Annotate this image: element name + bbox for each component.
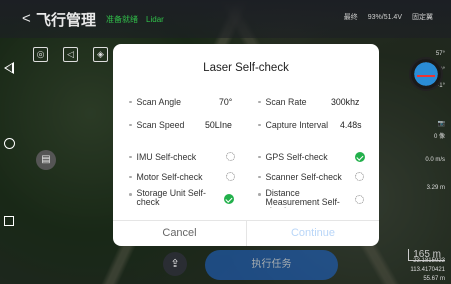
bullet-icon (258, 123, 261, 127)
system-nav (0, 0, 20, 284)
camera-icon[interactable]: 📷 (438, 120, 445, 127)
check-gps: GPS Self-check (258, 152, 328, 162)
laser-selfcheck-dialog: Laser Self-check Scan Angle 70° Scan Rat… (113, 44, 379, 246)
bullet-icon (129, 175, 132, 179)
bullet-icon (129, 193, 132, 196)
bullet-icon (129, 100, 132, 104)
status-ready: 准备就绪 (106, 14, 139, 24)
attitude-indicator (409, 57, 443, 91)
check-label: Motor Self-check (136, 172, 203, 182)
execute-task-button[interactable]: 执行任务 (205, 250, 338, 280)
check-label: Distance Measurement Self-check (265, 189, 340, 208)
check-ok-icon (355, 152, 365, 162)
check-distance: Distance Measurement Self-check (258, 189, 350, 208)
bullet-icon (258, 175, 261, 179)
status-icons: 最终 93%/51.4V 固定翼 (344, 12, 433, 22)
battery-status: 93%/51.4V (367, 13, 402, 21)
param-value: 70° (219, 97, 233, 107)
photo-count: 0 像 (433, 134, 445, 140)
check-motor: Motor Self-check (129, 172, 203, 182)
document-icon[interactable]: ▤ (36, 150, 56, 170)
check-label: GPS Self-check (265, 152, 328, 162)
check-label: IMU Self-check (136, 152, 197, 162)
top-bar: < 飞行管理 准备就绪 Lidar 最终 93%/51.4V 固定翼 (0, 0, 451, 38)
system-home-icon[interactable] (4, 138, 15, 149)
bullet-icon (258, 155, 261, 159)
param-label: Scan Angle (136, 97, 182, 107)
continue-button[interactable]: Continue (247, 221, 379, 246)
bullet-icon (129, 155, 132, 159)
param-label: Capture Interval (265, 120, 329, 130)
altitude: 55.67 m (423, 276, 445, 282)
param-scan-speed: Scan Speed (129, 120, 184, 130)
check-storage: Storage Unit Self-check (129, 189, 217, 208)
param-value: 50LIne (205, 120, 232, 130)
bullet-icon (258, 100, 261, 104)
system-recent-icon[interactable] (4, 216, 14, 226)
navigate-icon[interactable]: ◁ (63, 47, 78, 62)
check-ok-icon (224, 194, 234, 204)
param-value: 4.48s (340, 120, 362, 130)
param-value: 300khz (331, 97, 360, 107)
page-title: 飞行管理 (36, 11, 97, 29)
check-imu: IMU Self-check (129, 152, 196, 162)
param-capture-interval: Capture Interval (258, 120, 328, 130)
speed-value: 0.0 m/s (425, 157, 445, 163)
check-label: Storage Unit Self-check (136, 189, 206, 207)
system-back-icon[interactable] (4, 62, 14, 74)
telemetry-panel: 57° 0° -1° 📷 0 像 0.0 m/s 3.29 m 23.18159… (381, 45, 451, 282)
chevron-left-icon[interactable]: < (22, 10, 31, 27)
dialog-title: Laser Self-check (203, 62, 289, 74)
map-scale: 165 m (408, 249, 445, 261)
pitch-value: 57° (435, 51, 445, 57)
param-label: Scan Rate (265, 97, 307, 107)
coordinates: 23.1815923 113.4170421 55.67 m (410, 257, 445, 284)
aircraft-status: 最终 (343, 14, 358, 21)
check-scanner: Scanner Self-check (258, 172, 342, 182)
cancel-button[interactable]: Cancel (113, 221, 246, 246)
mode-status: 固定翼 (412, 14, 433, 21)
param-scan-rate: Scan Rate (258, 97, 307, 107)
locate-icon[interactable]: ◎ (33, 47, 48, 62)
param-scan-angle: Scan Angle (129, 97, 181, 107)
upload-icon[interactable]: ⇪ (163, 252, 187, 276)
bullet-icon (258, 193, 261, 196)
loading-spinner-icon (355, 195, 364, 204)
bullet-icon (129, 123, 132, 127)
height-value: 3.29 m (426, 185, 445, 191)
loading-spinner-icon (226, 172, 235, 181)
status-lidar: Lidar (146, 14, 164, 24)
param-label: Scan Speed (136, 120, 185, 130)
loading-spinner-icon (355, 172, 364, 181)
longitude: 113.4170421 (410, 267, 445, 273)
layers-icon[interactable]: ◈ (93, 47, 108, 62)
check-label: Scanner Self-check (265, 172, 342, 182)
loading-spinner-icon (226, 152, 235, 161)
